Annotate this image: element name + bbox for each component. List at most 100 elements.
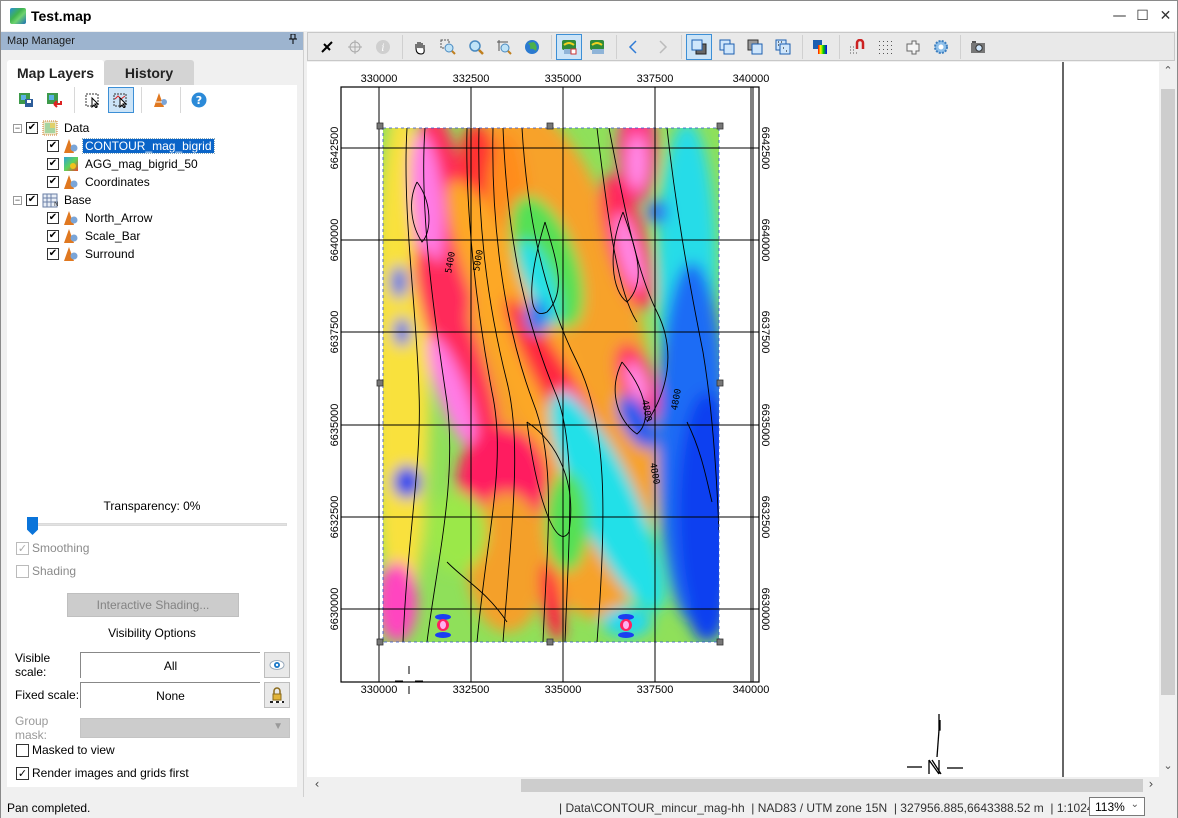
transparency-label: Transparency: 0% — [103, 499, 201, 513]
group-mask-select[interactable]: ▼ — [80, 718, 290, 738]
tree-label-base[interactable]: Base — [62, 193, 93, 207]
zoom-button[interactable] — [463, 34, 489, 60]
help-button[interactable]: ? — [186, 87, 212, 113]
scale-bar-checkbox[interactable]: ✔ — [47, 230, 59, 242]
render-first-option: ✓ Render images and grids first — [16, 766, 189, 780]
grid-overlay-icon — [775, 39, 791, 54]
group-mask-row: Group mask: ▼ — [15, 714, 290, 742]
fixed-scale-label: Fixed scale: — [15, 688, 80, 702]
north-arrow-checkbox[interactable]: ✔ — [47, 212, 59, 224]
tab-history[interactable]: History — [104, 60, 195, 85]
fixed-scale-field[interactable]: None — [80, 682, 260, 708]
zoom-icon — [469, 39, 484, 55]
selection-handle[interactable] — [716, 379, 724, 387]
save-map-button[interactable] — [13, 87, 39, 113]
grid-overlay-button[interactable] — [770, 34, 796, 60]
selection-handle[interactable] — [546, 638, 554, 646]
anomaly-blob — [391, 266, 407, 298]
settings-button[interactable] — [928, 34, 954, 60]
selection-handle[interactable] — [546, 122, 554, 130]
tree-label-contour[interactable]: CONTOUR_mag_bigrid — [82, 138, 215, 154]
horizontal-scroll-thumb[interactable] — [521, 779, 1143, 792]
scroll-down-icon[interactable]: ⌄ — [1159, 759, 1177, 775]
tree-label-scale-bar[interactable]: Scale_Bar — [83, 229, 142, 243]
color-table-button[interactable] — [807, 34, 833, 60]
close-button[interactable]: ✕ — [1154, 1, 1177, 31]
interactive-shading-button[interactable]: Interactive Shading... — [67, 593, 239, 617]
vertical-scroll-thumb[interactable] — [1161, 89, 1175, 695]
horizontal-scrollbar[interactable]: ‹ › — [307, 777, 1159, 793]
selection-handle[interactable] — [376, 638, 384, 646]
transparency-slider-track[interactable] — [27, 523, 287, 526]
snap-button[interactable] — [844, 34, 870, 60]
zoom-extent-button[interactable] — [491, 34, 517, 60]
minimize-button[interactable]: — — [1108, 1, 1131, 31]
layer-properties-button[interactable] — [147, 87, 173, 113]
agg-layer-checkbox[interactable]: ✔ — [47, 158, 59, 170]
select-region-button[interactable] — [108, 87, 134, 113]
map-view[interactable]: 330000 330000 332500 332500 335000 335000 3375… — [307, 62, 1159, 777]
grid-layer-icon — [64, 157, 78, 171]
scroll-up-icon[interactable]: ⌃ — [1159, 64, 1177, 80]
render-first-label: Render images and grids first — [32, 766, 189, 780]
base-group-checkbox[interactable]: ✔ — [26, 194, 38, 206]
contour-layer-checkbox[interactable]: ✔ — [47, 140, 59, 152]
status-message: Pan completed. — [7, 801, 91, 815]
group-button[interactable] — [900, 34, 926, 60]
toolbar-separator — [551, 34, 552, 59]
selection-handle[interactable] — [376, 379, 384, 387]
visible-scale-field[interactable]: All — [80, 652, 260, 678]
layer-order-button[interactable] — [742, 34, 768, 60]
collapse-data-toggle[interactable]: − — [13, 123, 22, 133]
tree-label-agg[interactable]: AGG_mag_bigrid_50 — [83, 157, 200, 171]
fixed-scale-button[interactable] — [264, 682, 290, 708]
back-button[interactable] — [621, 34, 647, 60]
globe-button[interactable] — [519, 34, 545, 60]
map-view-button[interactable] — [584, 34, 610, 60]
y-tick-label-right: 6630000 — [759, 588, 771, 631]
restore-map-button[interactable] — [41, 87, 67, 113]
map-view-active-button[interactable] — [556, 33, 582, 60]
status-coordinates: | 327956.885,6643388.52 m — [893, 801, 1044, 815]
dot-grid-button[interactable] — [872, 34, 898, 60]
transparency-slider-thumb[interactable] — [27, 517, 38, 535]
masked-to-view-checkbox[interactable] — [16, 743, 29, 757]
zoom-box-button[interactable] — [435, 34, 461, 60]
map-canvas[interactable]: 330000 330000 332500 332500 335000 335000 3375… — [307, 62, 1159, 777]
selection-handle[interactable] — [376, 122, 384, 130]
render-first-checkbox[interactable]: ✓ — [16, 766, 29, 780]
svg-text:N: N — [54, 201, 58, 208]
tree-label-surround[interactable]: Surround — [83, 247, 136, 261]
vector-layer-icon — [64, 247, 78, 261]
smoothing-checkbox[interactable]: ✓ — [16, 541, 29, 555]
shading-checkbox[interactable] — [16, 564, 29, 578]
collapse-base-toggle[interactable]: − — [13, 195, 22, 205]
bring-front-button[interactable] — [686, 33, 712, 60]
select-layer-button[interactable] — [80, 87, 106, 113]
coordinates-layer-checkbox[interactable]: ✔ — [47, 176, 59, 188]
fixed-scale-row: Fixed scale: None — [15, 682, 290, 708]
send-back-button[interactable] — [714, 34, 740, 60]
visible-scale-button[interactable] — [264, 652, 290, 678]
data-group-checkbox[interactable]: ✔ — [26, 122, 38, 134]
scroll-left-icon[interactable]: ‹ — [309, 777, 325, 793]
selection-handle[interactable] — [716, 122, 724, 130]
selection-handle[interactable] — [716, 638, 724, 646]
surround-checkbox[interactable]: ✔ — [47, 248, 59, 260]
forward-button[interactable] — [649, 34, 675, 60]
svg-text:i: i — [381, 43, 384, 54]
tree-label-data[interactable]: Data — [62, 121, 91, 135]
tree-label-north-arrow[interactable]: North_Arrow — [83, 211, 154, 225]
maximize-button[interactable]: ☐ — [1131, 1, 1154, 31]
vertical-scrollbar[interactable]: ⌃ ⌄ — [1159, 62, 1177, 777]
camera-button[interactable] — [965, 34, 991, 60]
info-button[interactable]: i — [370, 34, 396, 60]
pin-icon[interactable] — [289, 33, 297, 47]
target-button[interactable] — [342, 34, 368, 60]
pan-button[interactable] — [407, 34, 433, 60]
zoom-level-select[interactable]: 113% ⌄ — [1089, 797, 1145, 816]
digitize-button[interactable] — [314, 34, 340, 60]
tree-label-coordinates[interactable]: Coordinates — [83, 175, 152, 189]
tab-map-layers[interactable]: Map Layers — [7, 60, 105, 85]
scroll-right-icon[interactable]: › — [1143, 777, 1159, 793]
